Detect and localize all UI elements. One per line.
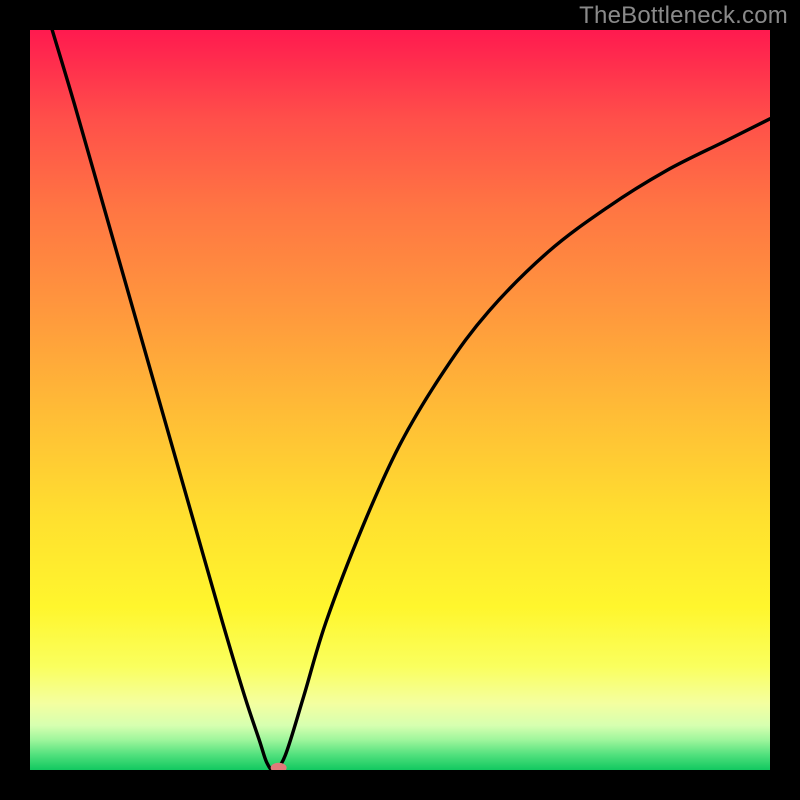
chart-container: TheBottleneck.com: [0, 0, 800, 800]
optimum-marker: [271, 763, 287, 770]
attribution-text: TheBottleneck.com: [579, 2, 788, 30]
bottleneck-curve: [30, 30, 770, 770]
plot-area: [30, 30, 770, 770]
